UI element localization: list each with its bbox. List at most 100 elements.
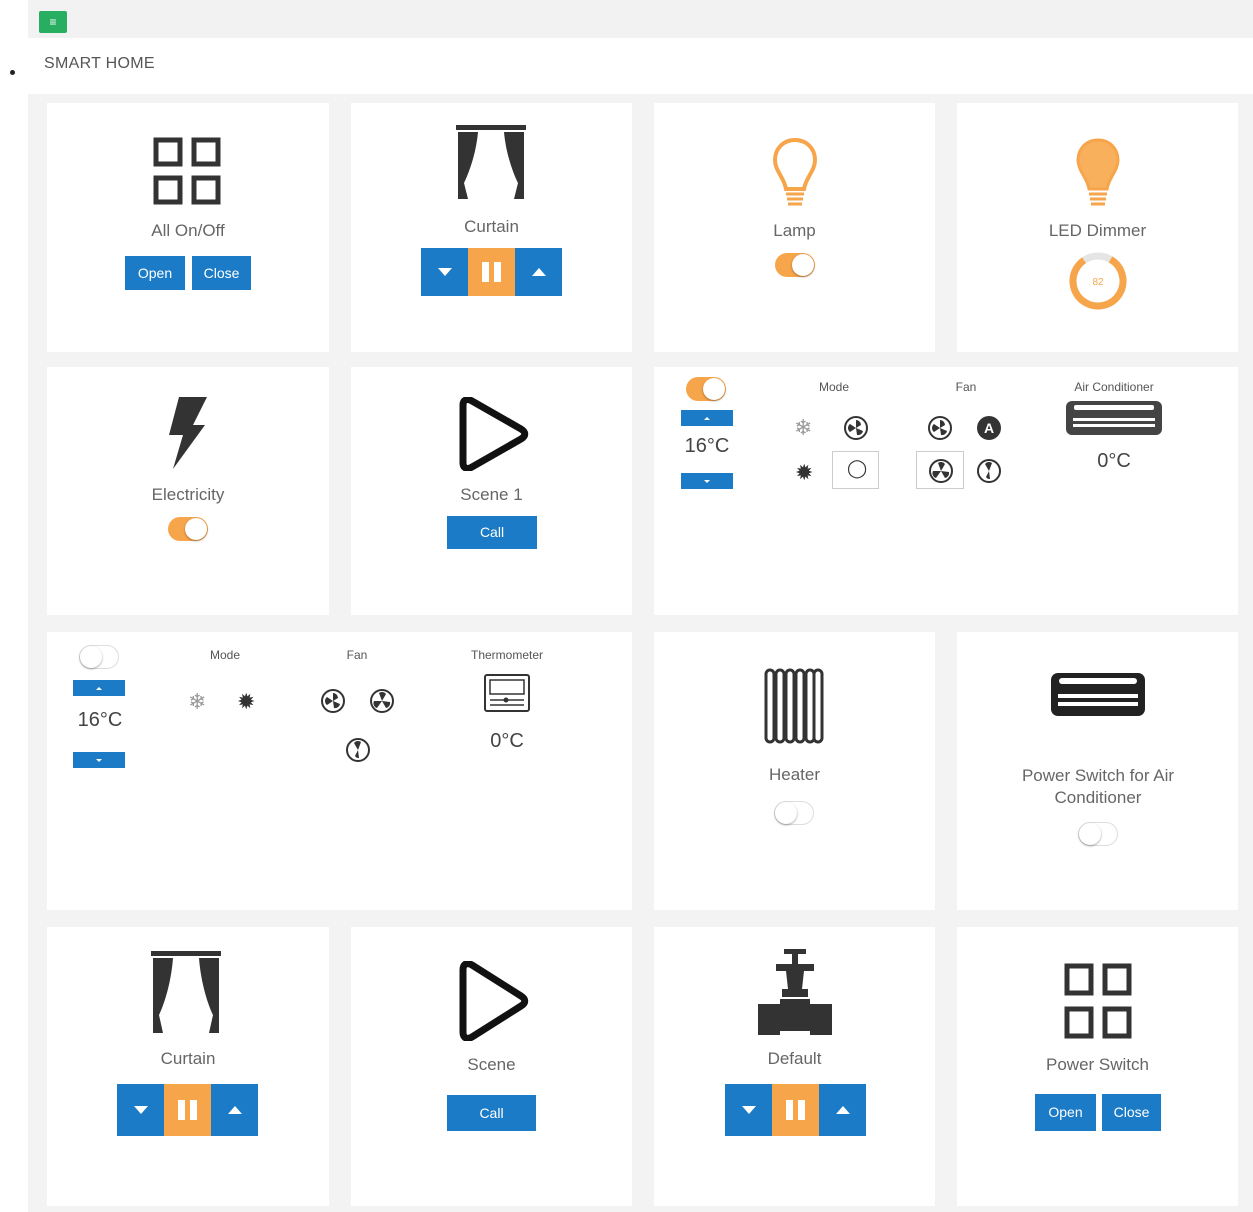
tile-scene-1: Scene 1 Call <box>351 367 632 615</box>
fan-low-icon[interactable] <box>927 415 953 441</box>
svg-text:A: A <box>984 420 994 436</box>
tile-label: Power Switch for Air Conditioner <box>1021 766 1175 807</box>
fan-mode-icon[interactable] <box>843 415 869 441</box>
open-button[interactable]: Open <box>125 256 185 290</box>
tile-label: Lamp <box>773 221 816 240</box>
hamburger-icon: ≡ <box>49 15 57 29</box>
tile-heater: Heater <box>654 632 935 910</box>
tile-label: Power Switch <box>1046 1055 1149 1074</box>
tile-label: LED Dimmer <box>1048 221 1147 240</box>
curtain-icon <box>456 125 526 199</box>
scene-call-button[interactable]: Call <box>447 516 537 549</box>
droplet-icon: ◯ <box>847 458 868 478</box>
thermometer-title: Thermometer <box>470 648 544 662</box>
grid-icon <box>153 137 221 205</box>
tile-led-dimmer: LED Dimmer 82 <box>957 103 1238 352</box>
close-button[interactable]: Close <box>192 256 251 290</box>
tile-power-switch: Power Switch Open Close <box>957 927 1238 1206</box>
close-button[interactable]: Close <box>1102 1094 1161 1131</box>
ac-power-switch-toggle[interactable] <box>1078 822 1118 846</box>
fan-medium-icon <box>929 459 953 483</box>
fan-low-icon[interactable] <box>320 688 346 714</box>
tile-label: Curtain <box>160 1049 216 1068</box>
temp-down-button[interactable] <box>681 473 733 489</box>
mode-heading: Mode <box>209 648 241 662</box>
air-conditioner-icon <box>1066 401 1162 435</box>
fan-auto-icon[interactable]: A <box>976 415 1002 441</box>
curtain-down-button[interactable] <box>421 248 468 296</box>
curtain-controls <box>117 1084 258 1136</box>
valve-icon <box>758 949 832 1035</box>
current-temperature: 0°C <box>1097 450 1131 472</box>
tile-all-onoff: All On/Off Open Close <box>47 103 329 352</box>
tile-label: Heater <box>768 765 821 784</box>
fan-high-icon[interactable] <box>976 458 1002 484</box>
curtain-pause-button[interactable] <box>164 1084 211 1136</box>
page-title: SMART HOME <box>44 55 155 72</box>
tile-air-conditioner: 16°C Mode ❄ ✹ ◯ Fan A Air Conditioner 0°… <box>654 367 1238 615</box>
tile-label: Scene <box>467 1055 516 1074</box>
curtain-up-button[interactable] <box>211 1084 258 1136</box>
tile-scene: Scene Call <box>351 927 632 1206</box>
heater-toggle[interactable] <box>774 801 814 825</box>
tile-default: Default <box>654 927 935 1206</box>
thermo-power-toggle[interactable] <box>79 645 119 669</box>
tile-curtain-1: Curtain <box>351 103 632 352</box>
current-temperature: 0°C <box>490 730 524 752</box>
set-temperature: 16°C <box>684 435 730 457</box>
tile-lamp: Lamp <box>654 103 935 352</box>
curtain-icon <box>151 951 221 1033</box>
set-temperature: 16°C <box>77 709 123 731</box>
sun-icon[interactable]: ✹ <box>237 689 255 715</box>
tile-label: Default <box>767 1049 822 1068</box>
valve-up-button[interactable] <box>819 1084 866 1136</box>
tile-label: All On/Off <box>151 221 225 240</box>
tile-ac-power-switch: Power Switch for Air Conditioner <box>957 632 1238 910</box>
temp-up-button[interactable] <box>73 680 125 696</box>
dashboard: All On/Off Open Close Curtain Lamp LED D… <box>28 94 1253 1212</box>
curtain-down-button[interactable] <box>117 1084 164 1136</box>
scene-call-button[interactable]: Call <box>447 1095 536 1131</box>
tile-thermometer: 16°C Mode ❄ ✹ Fan Thermometer 0°C <box>47 632 632 910</box>
lightning-icon <box>169 397 207 469</box>
grid-icon <box>1064 963 1132 1039</box>
curtain-controls <box>421 248 563 296</box>
list-bullet <box>10 70 15 75</box>
tile-label: Scene 1 <box>460 485 523 504</box>
top-bar: ≡ <box>28 0 1253 38</box>
curtain-up-button[interactable] <box>515 248 562 296</box>
temp-down-button[interactable] <box>73 752 125 768</box>
valve-controls <box>725 1084 866 1136</box>
electricity-toggle[interactable] <box>168 517 208 541</box>
play-icon <box>459 961 529 1041</box>
fan-medium-selected[interactable] <box>916 451 964 489</box>
menu-button[interactable]: ≡ <box>39 11 67 33</box>
dimmer-gauge[interactable]: 82 <box>1068 251 1128 311</box>
dimmer-value: 82 <box>1092 277 1104 288</box>
play-icon <box>459 397 529 471</box>
fan-heading: Fan <box>955 380 977 394</box>
tile-electricity: Electricity <box>47 367 329 615</box>
valve-pause-button[interactable] <box>772 1084 819 1136</box>
fan-heading: Fan <box>346 648 368 662</box>
temp-up-button[interactable] <box>681 410 733 426</box>
fan-high-icon[interactable] <box>345 737 371 763</box>
air-conditioner-icon <box>1051 673 1145 716</box>
curtain-pause-button[interactable] <box>468 248 515 296</box>
tile-curtain-2: Curtain <box>47 927 329 1206</box>
mode-heading: Mode <box>818 380 850 394</box>
dry-mode-selected[interactable]: ◯ <box>832 451 879 489</box>
valve-down-button[interactable] <box>725 1084 772 1136</box>
tile-label: Electricity <box>151 485 225 504</box>
thermostat-icon <box>484 674 530 712</box>
open-button[interactable]: Open <box>1035 1094 1096 1131</box>
snowflake-icon[interactable]: ❄ <box>794 415 812 441</box>
sun-icon[interactable]: ✹ <box>795 460 813 486</box>
bulb-glow-icon <box>1076 138 1120 206</box>
tile-label: Curtain <box>464 217 519 236</box>
snowflake-icon[interactable]: ❄ <box>188 689 206 715</box>
ac-power-toggle[interactable] <box>686 377 726 401</box>
radiator-icon <box>764 668 824 744</box>
lamp-toggle[interactable] <box>775 253 815 277</box>
fan-medium-icon[interactable] <box>369 688 395 714</box>
